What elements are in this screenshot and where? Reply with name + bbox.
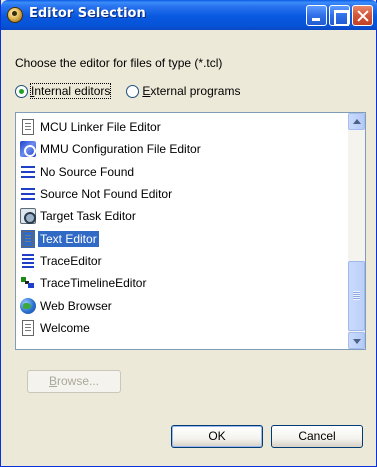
list-item-label: No Source Found xyxy=(40,164,135,179)
window-title: Editor Selection xyxy=(29,6,146,21)
external-programs-radio[interactable] xyxy=(126,84,140,98)
list-item-text-editor[interactable]: Text Editor xyxy=(20,227,203,249)
browse-label-text: rowse... xyxy=(57,374,100,388)
list-item-label: Welcome xyxy=(40,320,90,335)
scroll-thumb[interactable] xyxy=(348,261,365,331)
scroll-up-button[interactable] xyxy=(348,113,365,130)
close-button[interactable] xyxy=(352,5,373,26)
document-icon xyxy=(22,319,34,336)
list-item-mmu-config[interactable]: MMU Configuration File Editor xyxy=(20,138,203,160)
browse-mnemonic: B xyxy=(48,374,57,388)
editor-list-items: MCU Linker File Editor MMU Configuration… xyxy=(20,116,203,339)
internal-editors-label-text: nternal editors xyxy=(34,84,111,98)
list-item-mcu-linker[interactable]: MCU Linker File Editor xyxy=(20,116,203,138)
scroll-down-button[interactable] xyxy=(348,332,365,349)
list-item-label: TraceEditor xyxy=(40,253,102,268)
internal-editors-radio[interactable] xyxy=(15,84,28,98)
ok-button[interactable]: OK xyxy=(171,425,263,448)
list-item-source-not-found[interactable]: Source Not Found Editor xyxy=(20,183,203,205)
cancel-button[interactable]: Cancel xyxy=(271,425,363,448)
title-bar[interactable]: Editor Selection xyxy=(1,0,377,30)
list-item-welcome[interactable]: Welcome xyxy=(20,317,203,339)
list-item-trace-timeline[interactable]: TraceTimelineEditor xyxy=(20,272,203,294)
list-item-target-task[interactable]: Target Task Editor xyxy=(20,205,203,227)
globe-icon xyxy=(20,297,36,314)
list-item-label: MCU Linker File Editor xyxy=(40,120,161,135)
file-type-prompt: Choose the editor for files of type (*.t… xyxy=(15,56,223,70)
editor-list[interactable]: MCU Linker File Editor MMU Configuration… xyxy=(15,112,366,350)
mmu-config-icon xyxy=(20,141,36,158)
timeline-icon xyxy=(20,275,36,291)
target-task-icon xyxy=(20,208,36,225)
list-item-label: Source Not Found Editor xyxy=(40,187,173,202)
list-item-trace-editor[interactable]: TraceEditor xyxy=(20,250,203,272)
external-programs-label[interactable]: External programs xyxy=(142,84,240,98)
trace-icon xyxy=(20,253,36,269)
lines-icon xyxy=(20,186,36,202)
editor-selection-dialog: Editor Selection Choose the editor for f… xyxy=(0,0,377,467)
app-icon xyxy=(7,7,23,23)
internal-editors-label[interactable]: Internal editors xyxy=(29,83,112,99)
minimize-button[interactable] xyxy=(306,5,327,26)
list-item-label: TraceTimelineEditor xyxy=(40,276,147,291)
list-item-label: Web Browser xyxy=(40,298,112,313)
lines-icon xyxy=(20,164,36,180)
editor-type-radio-group: Internal editors External programs xyxy=(15,83,256,99)
browse-button[interactable]: Browse... xyxy=(27,370,121,393)
list-item-no-source-found[interactable]: No Source Found xyxy=(20,161,203,183)
list-item-web-browser[interactable]: Web Browser xyxy=(20,294,203,316)
list-item-label: Target Task Editor xyxy=(40,209,136,224)
external-programs-label-text: xternal programs xyxy=(150,84,241,98)
document-icon xyxy=(22,119,34,136)
vertical-scrollbar[interactable] xyxy=(348,113,365,349)
maximize-button[interactable] xyxy=(329,5,350,26)
list-item-label: MMU Configuration File Editor xyxy=(40,142,201,157)
document-icon xyxy=(21,229,35,248)
list-item-label: Text Editor xyxy=(38,230,99,247)
